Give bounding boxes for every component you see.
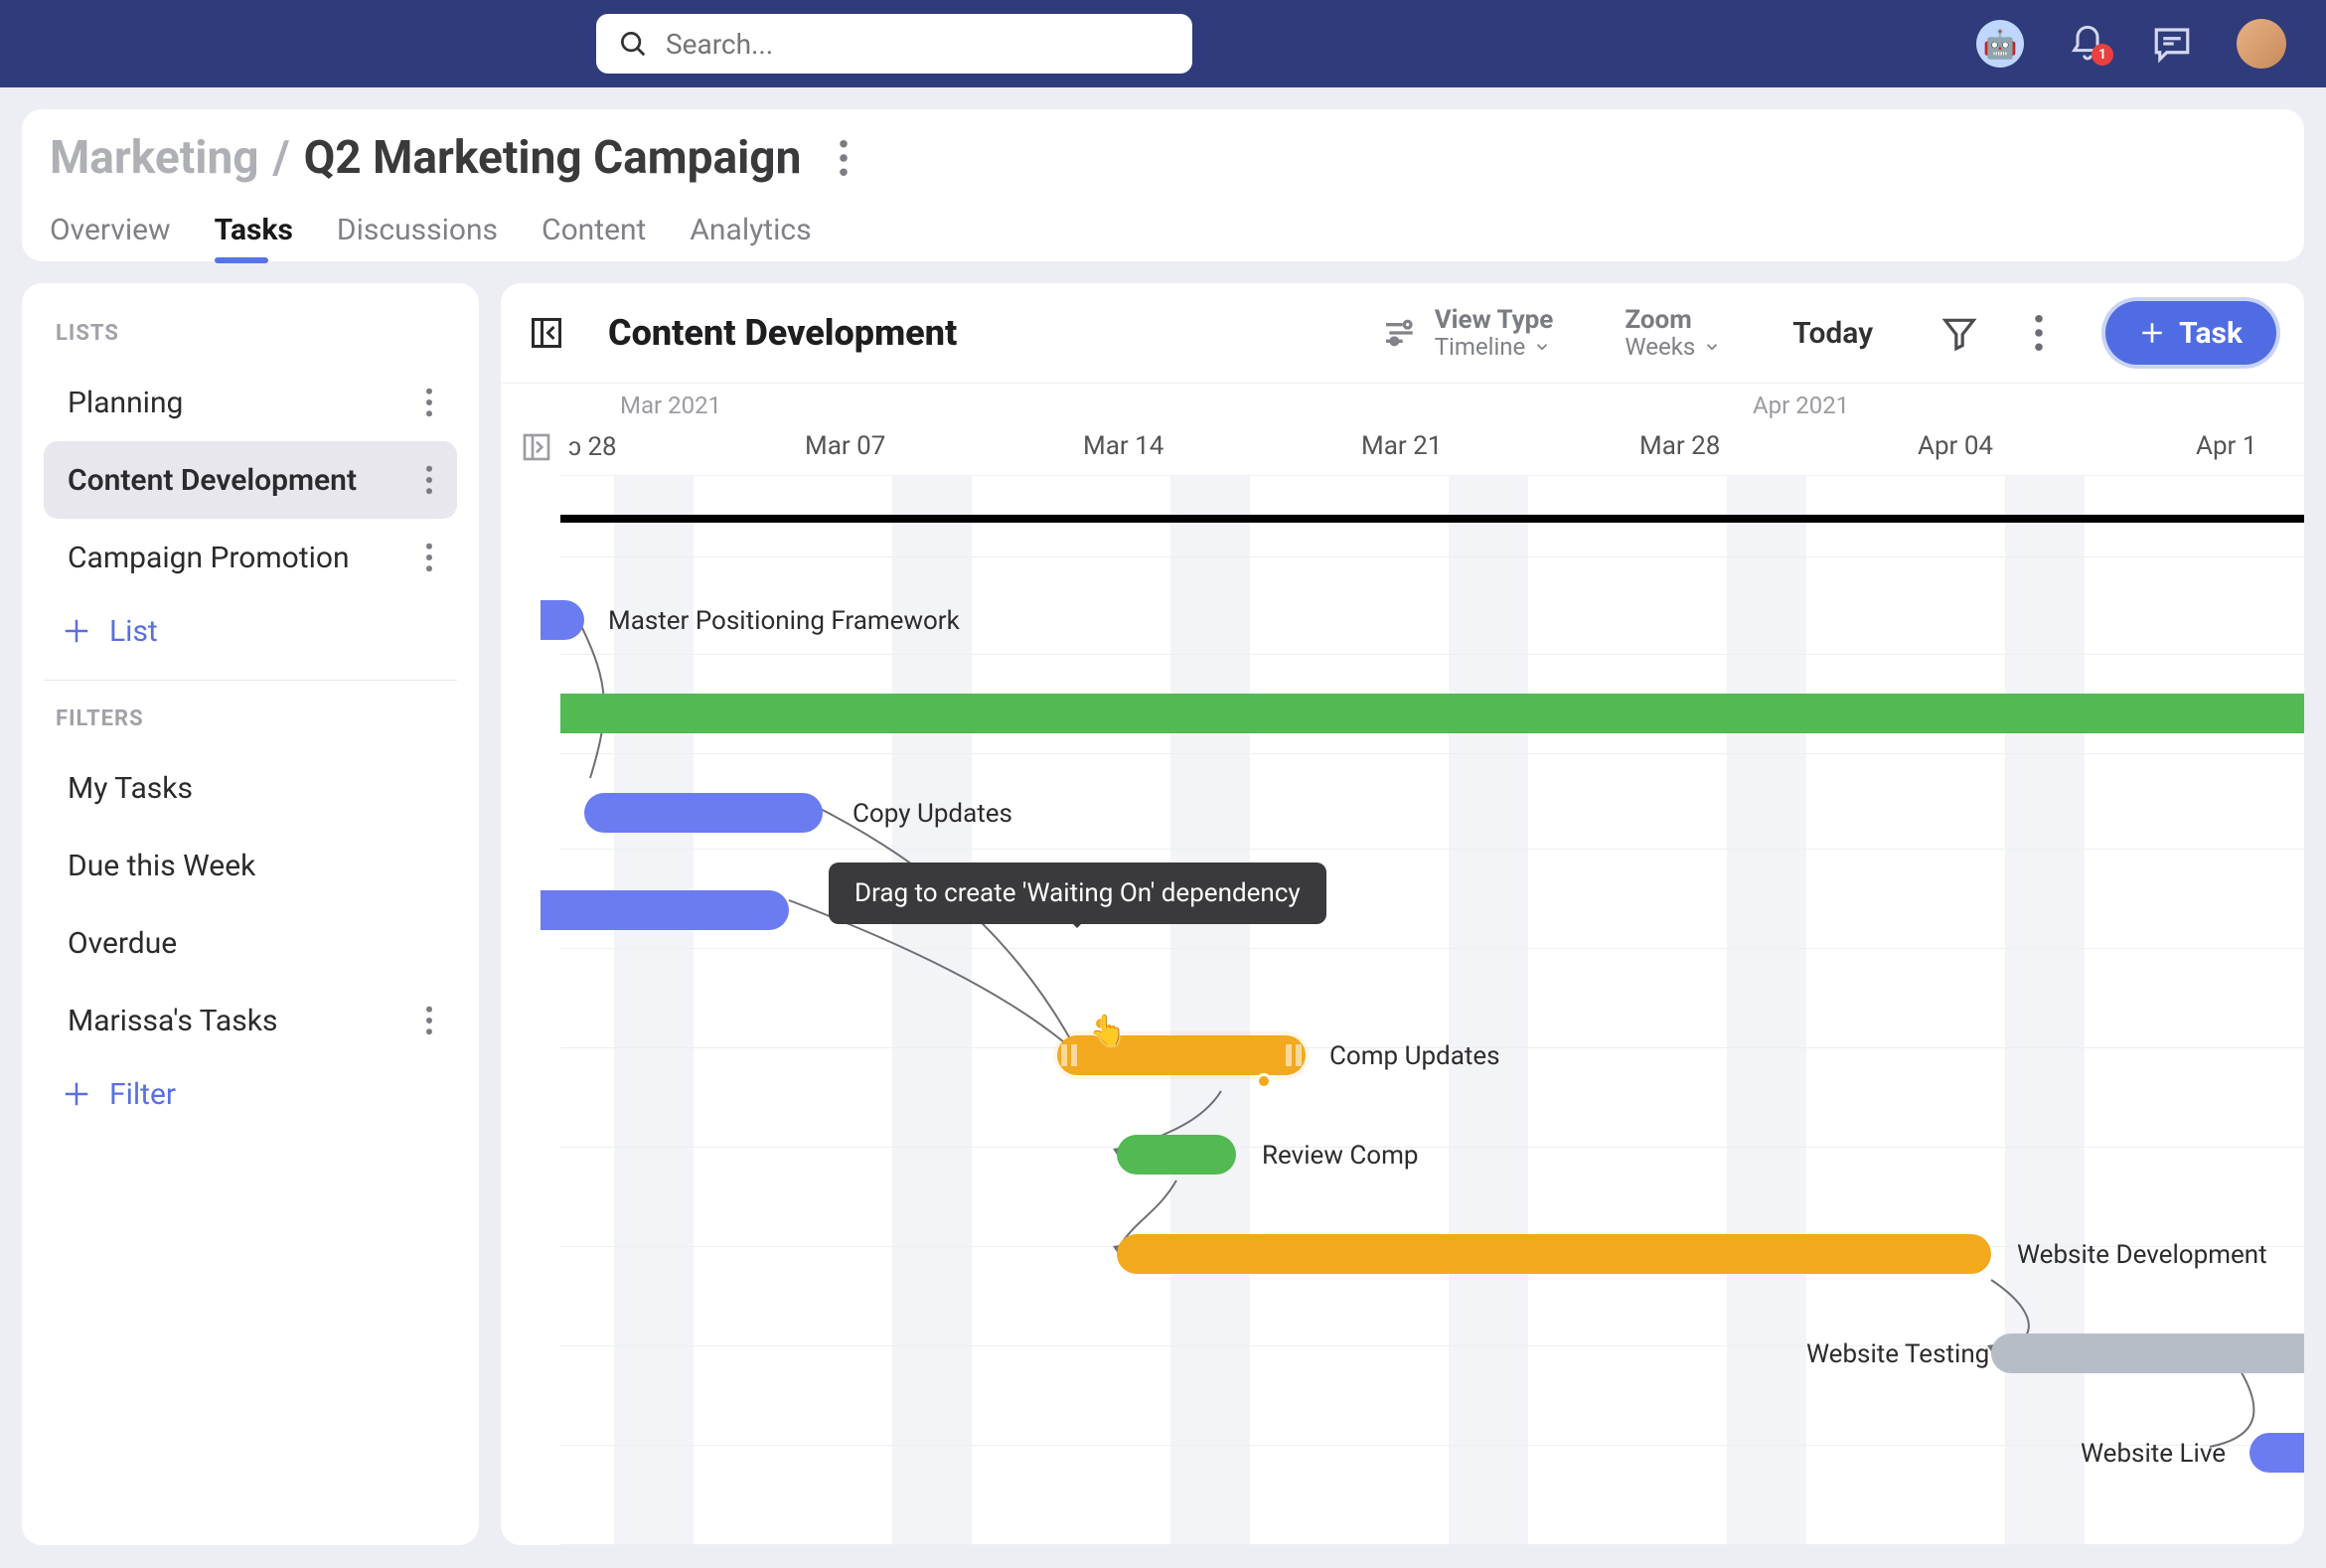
task-label: Comp Updates bbox=[1329, 1041, 1500, 1071]
more-vertical-icon[interactable] bbox=[425, 1006, 433, 1035]
task-bar-webtest[interactable] bbox=[1991, 1333, 2304, 1373]
task-label: Copy Updates bbox=[853, 799, 1012, 829]
filter-marissas-tasks[interactable]: Marissa's Tasks bbox=[44, 982, 457, 1059]
list-title: Content Development bbox=[608, 312, 957, 354]
filter-my-tasks[interactable]: My Tasks bbox=[44, 749, 457, 827]
user-avatar[interactable] bbox=[2237, 19, 2286, 69]
week-label: Mar 21 bbox=[1361, 431, 1442, 461]
task-bar-phase[interactable] bbox=[560, 694, 2304, 733]
list-item-campaign-promotion[interactable]: Campaign Promotion bbox=[44, 519, 457, 596]
notification-badge: 1 bbox=[2092, 44, 2113, 66]
task-label: Website Development bbox=[2017, 1240, 2267, 1270]
chevron-down-icon bbox=[1533, 338, 1551, 356]
bot-avatar[interactable]: 🤖 bbox=[1976, 20, 2024, 68]
task-bar-webdev[interactable] bbox=[1117, 1234, 1991, 1274]
tab-content[interactable]: Content bbox=[542, 213, 646, 261]
week-label: Mar 28 bbox=[1639, 431, 1720, 461]
today-button[interactable]: Today bbox=[1792, 316, 1873, 351]
search-icon bbox=[618, 29, 648, 59]
task-bar-comp[interactable] bbox=[1057, 1035, 1306, 1075]
lists-heading: LISTS bbox=[56, 321, 445, 346]
week-label: ɔ 28 bbox=[568, 431, 617, 462]
add-filter-button[interactable]: Filter bbox=[44, 1059, 457, 1129]
month-label: Apr 2021 bbox=[1753, 392, 1849, 419]
timeline-icon bbox=[1381, 313, 1421, 353]
tab-discussions[interactable]: Discussions bbox=[337, 213, 498, 261]
breadcrumb-workspace[interactable]: Marketing bbox=[50, 131, 259, 185]
chevron-down-icon bbox=[1703, 338, 1721, 356]
project-menu-button[interactable] bbox=[839, 139, 849, 177]
summary-bar[interactable] bbox=[560, 515, 2304, 523]
more-vertical-icon bbox=[839, 139, 849, 177]
week-label: Apr 04 bbox=[1918, 431, 1993, 461]
task-label: Review Comp bbox=[1262, 1141, 1419, 1171]
chat-icon bbox=[2151, 23, 2193, 65]
tab-overview[interactable]: Overview bbox=[50, 213, 171, 261]
breadcrumb-separator: / bbox=[273, 131, 290, 185]
filter-overdue[interactable]: Overdue bbox=[44, 904, 457, 982]
divider bbox=[44, 680, 457, 681]
filter-due-this-week[interactable]: Due this Week bbox=[44, 827, 457, 904]
task-label: Master Positioning Framework bbox=[608, 606, 960, 636]
task-bar-weblive[interactable] bbox=[2249, 1433, 2304, 1473]
search-input[interactable] bbox=[666, 28, 1170, 61]
week-label: Apr 1 bbox=[2196, 431, 2256, 461]
more-vertical-icon bbox=[2034, 314, 2044, 352]
plus-icon bbox=[62, 616, 91, 646]
new-task-button[interactable]: Task bbox=[2105, 301, 2276, 365]
timeline-menu-button[interactable] bbox=[2034, 314, 2044, 352]
week-label: Mar 07 bbox=[805, 431, 885, 461]
plus-icon bbox=[62, 1079, 91, 1109]
list-item-content-development[interactable]: Content Development bbox=[44, 441, 457, 519]
list-label: Content Development bbox=[68, 463, 357, 498]
panel-collapse-icon bbox=[529, 315, 564, 351]
messages-button[interactable] bbox=[2151, 23, 2193, 65]
top-bar: 🤖 1 bbox=[0, 0, 2326, 87]
notifications-button[interactable]: 1 bbox=[2068, 24, 2107, 64]
filter-button[interactable] bbox=[1940, 314, 1978, 352]
month-label: Mar 2021 bbox=[620, 392, 721, 419]
project-tabs: Overview Tasks Discussions Content Analy… bbox=[50, 213, 2276, 261]
task-bar-copy[interactable] bbox=[584, 793, 823, 833]
view-type-selector[interactable]: View Type Timeline bbox=[1381, 306, 1554, 361]
tab-analytics[interactable]: Analytics bbox=[690, 213, 811, 261]
dependency-tooltip: Drag to create 'Waiting On' dependency bbox=[829, 862, 1326, 924]
lists-sidebar: LISTS Planning Content Development Campa… bbox=[22, 283, 479, 1545]
list-label: Planning bbox=[68, 386, 183, 420]
tab-tasks[interactable]: Tasks bbox=[215, 213, 293, 261]
list-item-planning[interactable]: Planning bbox=[44, 364, 457, 441]
task-label: Website Live bbox=[2081, 1439, 2226, 1469]
list-label: Campaign Promotion bbox=[68, 541, 350, 575]
zoom-selector[interactable]: Zoom Weeks bbox=[1625, 306, 1721, 361]
task-label: Website Testing bbox=[1806, 1339, 1989, 1369]
page-header: Marketing / Q2 Marketing Campaign Overvi… bbox=[22, 109, 2304, 261]
add-list-button[interactable]: List bbox=[44, 596, 457, 666]
search-box[interactable] bbox=[596, 14, 1192, 74]
week-label: Mar 14 bbox=[1083, 431, 1163, 461]
funnel-icon bbox=[1940, 314, 1978, 352]
more-vertical-icon[interactable] bbox=[425, 465, 433, 495]
more-vertical-icon[interactable] bbox=[425, 388, 433, 417]
dependency-handle-bottom[interactable] bbox=[1256, 1073, 1272, 1089]
timeline-toolbar: Content Development View Type Timeline Z… bbox=[501, 283, 2304, 384]
collapse-sidebar-button[interactable] bbox=[529, 315, 564, 351]
dependency-handle-top[interactable] bbox=[1093, 1016, 1109, 1031]
timeline-grid[interactable]: Mar 2021 Apr 2021 ɔ 28 Mar 07 Mar 14 Mar… bbox=[501, 384, 2304, 1545]
timeline-panel: Content Development View Type Timeline Z… bbox=[501, 283, 2304, 1545]
task-bar-master[interactable] bbox=[541, 600, 584, 640]
task-bar-unlabeled[interactable] bbox=[541, 890, 789, 930]
plus-icon bbox=[2139, 320, 2165, 346]
breadcrumb-project[interactable]: Q2 Marketing Campaign bbox=[304, 131, 802, 185]
task-bar-review[interactable] bbox=[1117, 1135, 1236, 1175]
filters-heading: FILTERS bbox=[56, 706, 445, 731]
more-vertical-icon[interactable] bbox=[425, 543, 433, 572]
